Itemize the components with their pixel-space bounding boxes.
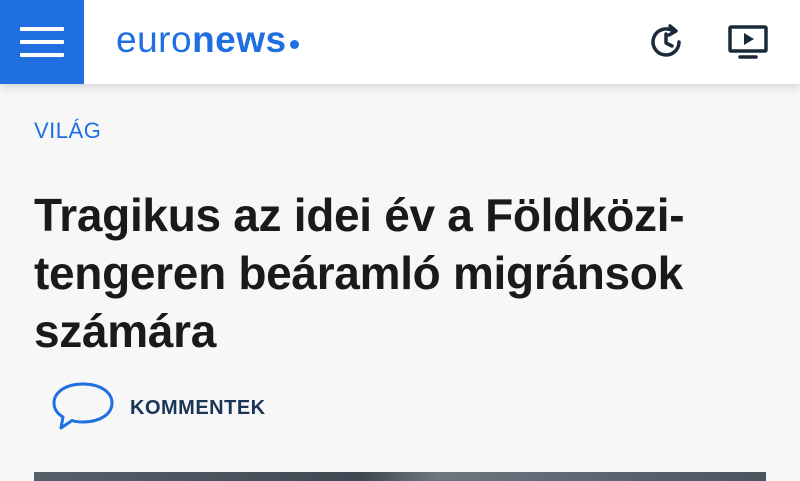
article-category[interactable]: VILÁG (34, 118, 101, 144)
hamburger-menu-icon (20, 27, 64, 57)
live-tv-icon[interactable] (726, 20, 770, 64)
article-hero-image[interactable] (34, 472, 766, 481)
euronews-logo[interactable]: euro news (116, 18, 299, 62)
logo-dot (289, 40, 299, 49)
top-navigation-bar: euro news (0, 0, 800, 84)
speech-bubble-icon (48, 379, 118, 438)
logo-text-euro: euro (116, 19, 193, 60)
article-title: Tragikus az idei év a Földközi-tengeren … (34, 189, 685, 357)
logo-text-news: news (192, 19, 287, 60)
menu-button[interactable] (0, 0, 84, 84)
history-clock-icon[interactable] (644, 20, 688, 64)
article-header: VILÁG Tragikus az idei év a Földközi-ten… (0, 84, 800, 481)
comments-link[interactable]: KOMMENTEK (48, 380, 266, 436)
comments-label: KOMMENTEK (130, 396, 266, 419)
